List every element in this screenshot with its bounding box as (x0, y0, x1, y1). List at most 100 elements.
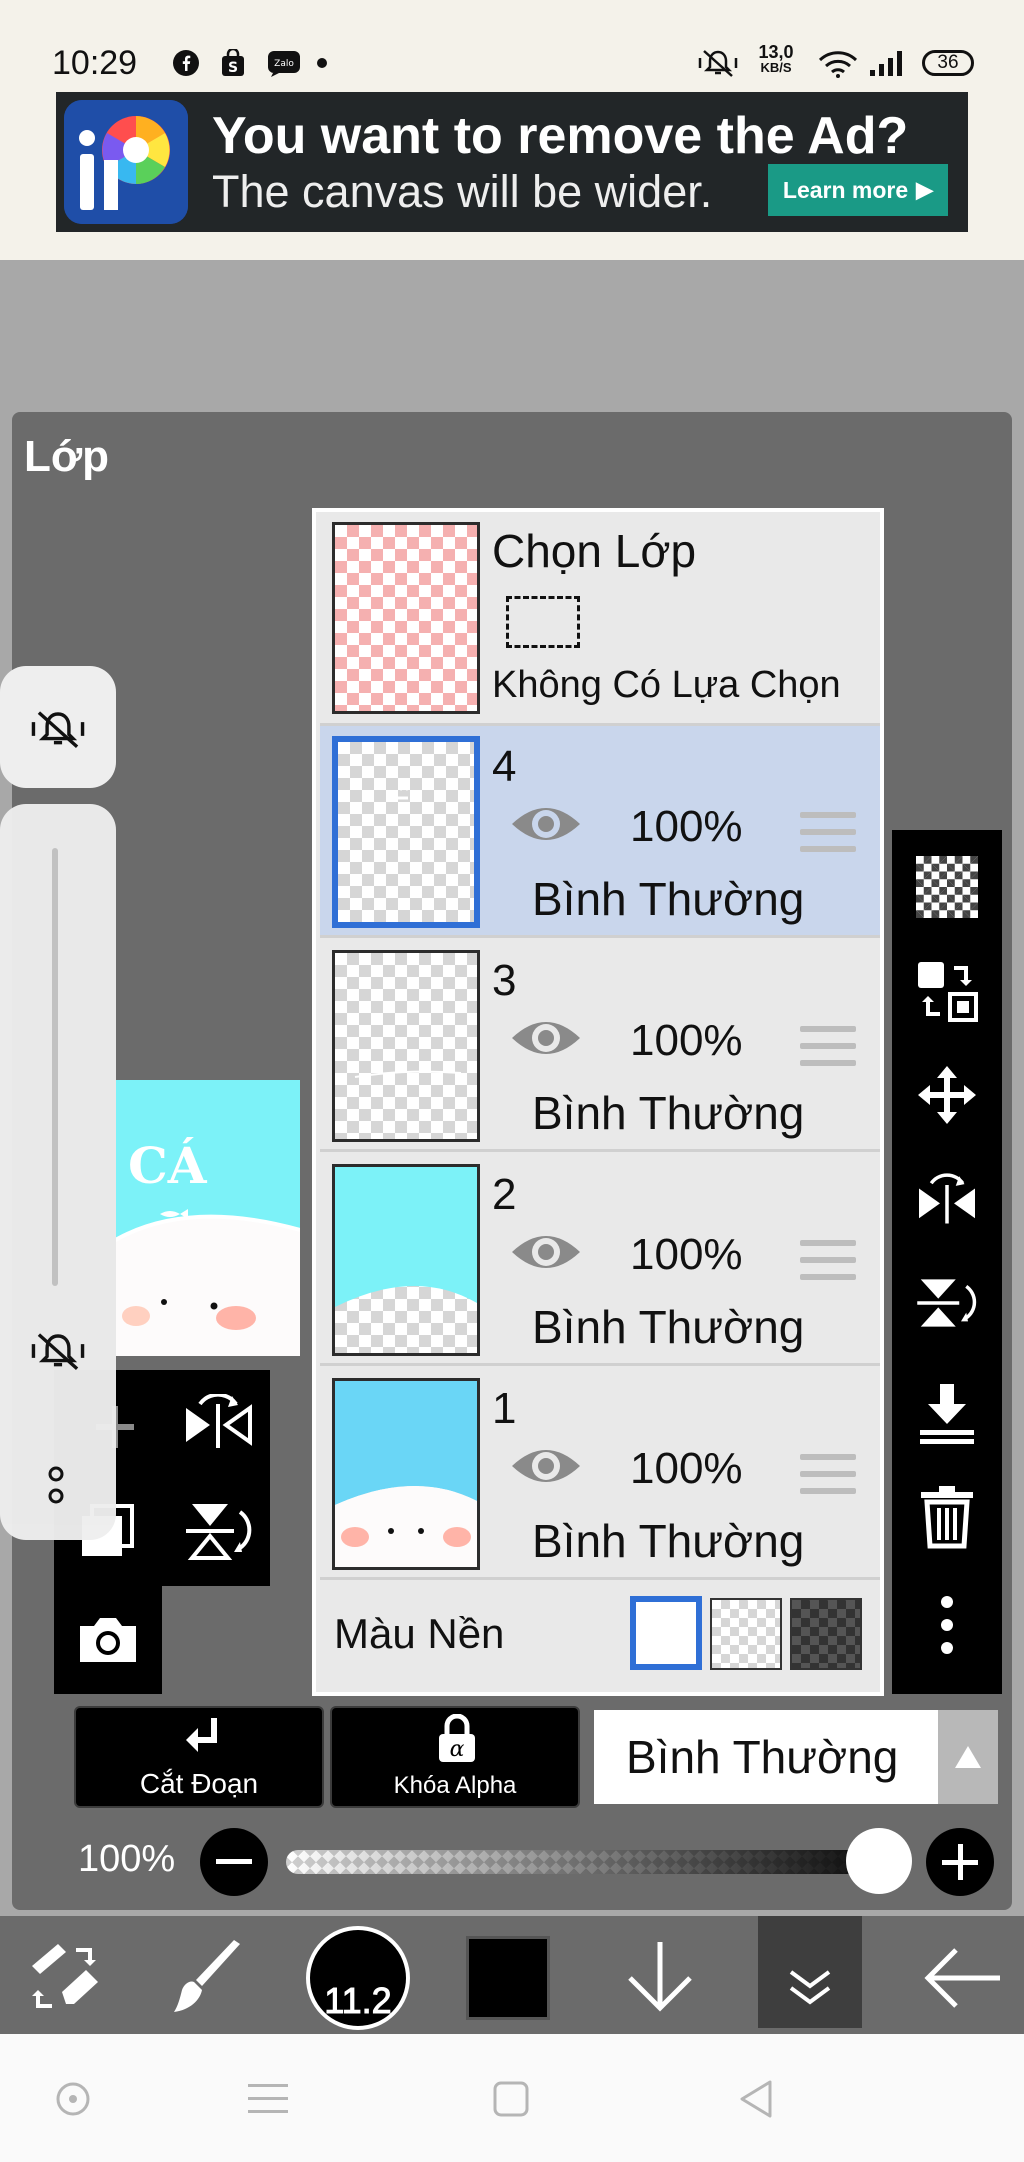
flip-vertical-icon[interactable] (178, 1498, 258, 1564)
layer-thumbnail (332, 1164, 480, 1356)
visibility-eye-icon[interactable] (508, 798, 584, 850)
blend-mode-dropdown-arrow[interactable] (938, 1710, 998, 1804)
selection-status: Không Có Lựa Chọn (492, 664, 841, 706)
move-icon[interactable] (910, 1058, 984, 1132)
svg-text:α: α (450, 1737, 465, 1762)
drag-handle-icon[interactable] (800, 812, 856, 852)
wifi-icon (816, 48, 860, 78)
opacity-slider-thumb[interactable] (846, 1828, 912, 1894)
floating-volume-bubble[interactable] (0, 804, 116, 1540)
layer-number: 1 (492, 1384, 517, 1433)
opacity-increase-button[interactable] (926, 1828, 994, 1896)
assistant-circle-icon[interactable] (54, 2080, 92, 2118)
more-vertical-icon[interactable] (910, 1588, 984, 1662)
artwork-text: CÁ (128, 1136, 207, 1195)
opacity-slider[interactable] (286, 1850, 906, 1874)
bg-dark-checker-swatch[interactable] (790, 1598, 862, 1670)
selection-row[interactable]: Chọn Lớp Không Có Lựa Chọn (320, 512, 880, 726)
flip-vertical-icon[interactable] (910, 1266, 984, 1340)
ad-headline: You want to remove the Ad? (212, 107, 909, 165)
layer-number: 2 (492, 1170, 517, 1219)
vibrate-mute-icon[interactable] (28, 1326, 88, 1376)
zalo-icon: Zalo (266, 48, 302, 78)
layer-number: 3 (492, 956, 517, 1005)
layer-thumbnail (332, 1378, 480, 1570)
network-speed-unit: KB/S (760, 60, 792, 75)
lock-alpha-icon: α (439, 1714, 475, 1762)
selection-thumbnail (332, 522, 480, 714)
layer-tools-toolbar (892, 830, 1002, 1694)
visibility-eye-icon[interactable] (508, 1226, 584, 1278)
brush-eraser-swap-icon[interactable] (24, 1938, 104, 2018)
learn-more-button[interactable]: Learn more ▶ (768, 164, 948, 216)
arrow-down-icon[interactable] (620, 1936, 700, 2016)
layer-blend-mode: Bình Thường (532, 1301, 805, 1353)
floating-mute-bubble[interactable] (0, 666, 116, 788)
layer-thumbnail (332, 736, 480, 928)
merge-down-icon[interactable] (910, 1376, 984, 1450)
artwork-preview[interactable]: CÁ (116, 1080, 300, 1356)
opacity-decrease-button[interactable] (200, 1828, 268, 1896)
bottom-toolbar: 11.2 (0, 1916, 1024, 2034)
ad-banner[interactable]: You want to remove the Ad? The canvas wi… (56, 92, 968, 232)
layer-opacity: 100% (630, 1444, 743, 1493)
selection-title: Chọn Lớp (492, 525, 697, 577)
menu-lines-icon[interactable] (248, 2082, 288, 2116)
panel-title: Lớp (24, 432, 110, 481)
ibispaint-logo-icon (64, 100, 188, 224)
status-time: 10:29 (52, 44, 138, 82)
layer-number: 4 (492, 742, 517, 791)
bg-transparent-swatch[interactable] (710, 1598, 782, 1670)
color-picker-button[interactable] (466, 1936, 550, 2020)
flip-horizontal-icon[interactable] (910, 1162, 984, 1236)
back-triangle-icon[interactable] (736, 2078, 776, 2120)
swap-layer-icon[interactable] (910, 954, 984, 1028)
layer-blend-mode: Bình Thường (532, 873, 805, 925)
notification-dot-icon (316, 48, 328, 78)
more-options-icon[interactable] (46, 1464, 66, 1508)
svg-text:Zalo: Zalo (274, 59, 294, 69)
background-color-row: Màu Nền (320, 1580, 880, 1692)
layer-row-3[interactable]: 3 100% Bình Thường (320, 940, 880, 1152)
transparency-checker-icon[interactable] (910, 850, 984, 924)
layers-panel-button[interactable] (758, 1916, 862, 2028)
layer-blend-mode: Bình Thường (532, 1087, 805, 1139)
brush-size-value: 11.2 (324, 1980, 392, 2022)
network-speed-value: 13,0 (758, 42, 794, 62)
layer-opacity: 100% (630, 802, 743, 851)
back-arrow-icon[interactable] (920, 1938, 1004, 2018)
visibility-eye-icon[interactable] (508, 1440, 584, 1492)
opacity-label: 100% (78, 1838, 176, 1880)
alpha-lock-label: Khóa Alpha (393, 1772, 517, 1799)
drag-handle-icon[interactable] (800, 1240, 856, 1280)
flip-horizontal-icon[interactable] (178, 1392, 258, 1454)
layers-list: Chọn Lớp Không Có Lựa Chọn 4 100% Bình T… (312, 508, 884, 1696)
double-chevron-down-icon (789, 1970, 831, 2005)
background-color-label: Màu Nền (334, 1610, 505, 1657)
clip-arrow-icon (186, 1718, 217, 1752)
home-square-icon[interactable] (492, 2080, 530, 2118)
camera-icon[interactable] (74, 1610, 142, 1670)
layer-row-1[interactable]: 1 100% Bình Thường (320, 1368, 880, 1580)
bg-white-swatch[interactable] (630, 1596, 702, 1670)
layer-blend-mode: Bình Thường (532, 1515, 805, 1567)
minus-icon (216, 1859, 252, 1864)
volume-slider-track[interactable] (52, 848, 58, 1286)
drag-handle-icon[interactable] (800, 1454, 856, 1494)
delete-trash-icon[interactable] (910, 1480, 984, 1554)
layer-row-4[interactable]: 4 100% Bình Thường (320, 726, 880, 938)
brush-size-button[interactable]: 11.2 (306, 1926, 410, 2030)
brush-tool-icon[interactable] (168, 1938, 248, 2018)
shopping-bag-icon: S (220, 48, 246, 78)
chevron-right-icon: ▶ (916, 177, 934, 202)
layer-opacity: 100% (630, 1016, 743, 1065)
facebook-icon (172, 48, 200, 78)
alpha-lock-button[interactable]: α Khóa Alpha (330, 1706, 580, 1808)
svg-text:S: S (228, 60, 238, 76)
clipping-button[interactable]: Cắt Đoạn (74, 1706, 324, 1808)
visibility-eye-icon[interactable] (508, 1012, 584, 1064)
network-speed: 13,0 KB/S (752, 42, 800, 76)
blend-mode-select[interactable]: Bình Thường (594, 1710, 938, 1804)
layer-row-2[interactable]: 2 100% Bình Thường (320, 1154, 880, 1366)
drag-handle-icon[interactable] (800, 1026, 856, 1066)
